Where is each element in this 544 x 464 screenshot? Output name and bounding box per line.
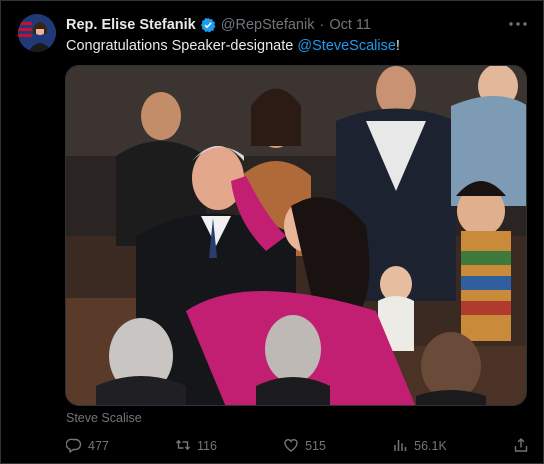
views-count: 56.1K xyxy=(414,439,447,453)
share-button[interactable] xyxy=(513,437,529,456)
tweet-header: Rep. Elise Stefanik @RepStefanik · Oct 1… xyxy=(66,15,531,35)
mention-link[interactable]: @SteveScalise xyxy=(297,38,396,54)
verified-badge-icon[interactable] xyxy=(200,17,216,33)
media-caption: Steve Scalise xyxy=(66,411,142,425)
repost-icon xyxy=(175,437,191,456)
tweet-card[interactable]: Rep. Elise Stefanik @RepStefanik · Oct 1… xyxy=(0,0,544,464)
tweet-text-suffix: ! xyxy=(395,38,400,54)
heart-icon xyxy=(283,437,299,456)
tweet-text: Congratulations Speaker-designate @Steve… xyxy=(66,37,400,55)
header-separator: · xyxy=(319,17,325,33)
author-handle[interactable]: @RepStefanik xyxy=(221,17,315,33)
tweet-date[interactable]: Oct 11 xyxy=(329,17,371,33)
tweet-text-prefix: Congratulations Speaker-designate xyxy=(66,38,298,54)
share-icon xyxy=(513,437,529,456)
reply-button[interactable]: 477 xyxy=(65,437,109,456)
repost-count: 116 xyxy=(197,439,217,453)
reply-icon xyxy=(65,437,82,456)
author-avatar[interactable] xyxy=(18,14,56,52)
author-name[interactable]: Rep. Elise Stefanik xyxy=(66,17,196,33)
views-button[interactable]: 56.1K xyxy=(392,437,447,456)
tweet-photo[interactable] xyxy=(65,65,527,406)
like-button[interactable]: 515 xyxy=(283,437,326,456)
action-bar: 477 116 515 56.1K xyxy=(65,437,529,456)
repost-button[interactable]: 116 xyxy=(175,437,217,456)
views-chart-icon xyxy=(392,437,408,456)
like-count: 515 xyxy=(305,439,326,453)
reply-count: 477 xyxy=(88,439,109,453)
more-dots-icon[interactable] xyxy=(507,15,529,33)
